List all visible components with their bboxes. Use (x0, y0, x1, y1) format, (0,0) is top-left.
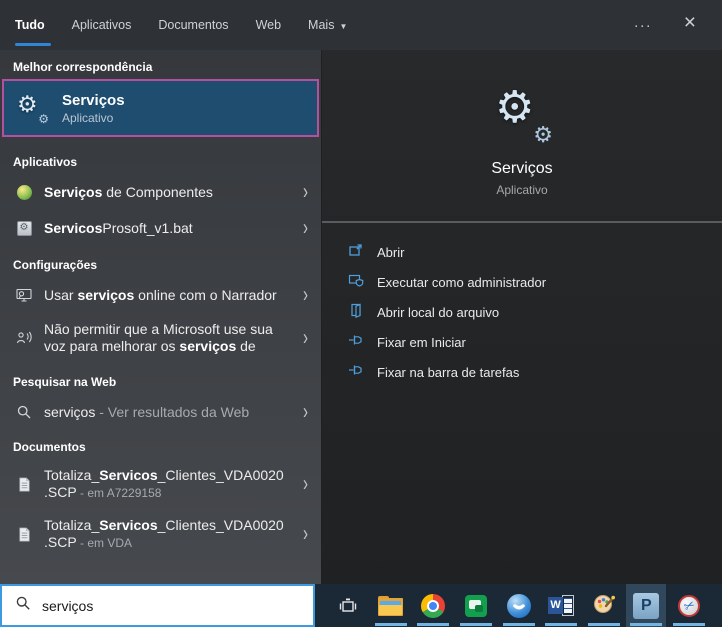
action-pin-to-taskbar[interactable]: Fixar na barra de tarefas (348, 357, 722, 387)
admin-shield-icon (348, 272, 364, 293)
file-explorer-icon (378, 595, 404, 616)
taskbar: W P ✂ (315, 584, 722, 627)
preview-panel: ⚙ ⚙ Serviços Aplicativo Abrir Executar c… (322, 50, 722, 584)
running-indicator (630, 623, 663, 626)
paint-icon (592, 591, 616, 620)
preview-divider (322, 221, 722, 223)
section-header-best-match: Melhor correspondência (13, 60, 153, 74)
action-run-as-admin[interactable]: Executar como administrador (348, 267, 722, 297)
preview-subtitle: Aplicativo (496, 183, 548, 197)
preview-title: Serviços (491, 160, 553, 177)
active-tab-underline (15, 43, 51, 46)
list-item-document-1[interactable]: Totaliza_Servicos_Clientes_VDA0020.SCP -… (0, 459, 321, 509)
window-controls: ··· × (622, 0, 722, 50)
action-pin-to-start[interactable]: Fixar em Iniciar (348, 327, 722, 357)
running-indicator (587, 623, 620, 626)
taskbar-snipping-tool[interactable]: ✂ (669, 584, 709, 627)
search-icon (15, 595, 31, 616)
document-icon (15, 527, 33, 542)
services-gears-icon-large: ⚙ ⚙ (493, 83, 553, 147)
tab-strip: Tudo Aplicativos Documentos Web Mais ▼ (0, 12, 347, 38)
tab-web[interactable]: Web (256, 12, 281, 38)
best-match-subtitle: Aplicativo (62, 110, 114, 125)
results-panel: Melhor correspondência ⚙ ⚙ Serviços Apli… (0, 50, 322, 584)
search-box[interactable] (0, 584, 315, 627)
list-item-servicos-bat[interactable]: ⚙ ServicosProsoft_v1.bat › (0, 210, 321, 246)
task-view-button[interactable] (328, 584, 368, 627)
pin-icon (348, 332, 364, 353)
section-header-settings: Configurações (13, 258, 98, 272)
list-item-narrator-setting[interactable]: Usar serviços online com o Narrador › (0, 277, 321, 313)
action-open[interactable]: Abrir (348, 237, 722, 267)
preview-actions: Abrir Executar como administrador Abrir … (322, 237, 722, 387)
chevron-right-icon[interactable]: › (303, 283, 308, 308)
running-indicator (545, 623, 578, 626)
running-indicator (374, 623, 407, 626)
voice-speech-icon (15, 330, 33, 346)
gear-small-icon: ⚙ (533, 122, 553, 147)
taskbar-prosoft[interactable]: P (626, 584, 667, 627)
services-gears-icon: ⚙ ⚙ (17, 91, 49, 126)
taskbar-file-explorer[interactable] (371, 584, 411, 627)
phone-icon (506, 593, 531, 618)
section-header-web: Pesquisar na Web (13, 375, 117, 389)
running-indicator (459, 623, 492, 626)
bottom-bar: W P (0, 584, 722, 627)
open-window-icon (348, 242, 364, 263)
running-indicator (417, 623, 450, 626)
action-open-file-location[interactable]: Abrir local do arquivo (348, 297, 722, 327)
section-header-documents: Documentos (13, 440, 86, 454)
chevron-right-icon[interactable]: › (303, 522, 308, 547)
search-flyout-window: Tudo Aplicativos Documentos Web Mais ▼ ··… (0, 0, 722, 627)
gear-small-icon: ⚙ (38, 112, 49, 126)
chrome-icon (421, 593, 446, 618)
chevron-down-icon: ▼ (339, 22, 348, 31)
taskbar-word[interactable]: W (541, 584, 581, 627)
chevron-right-icon[interactable]: › (303, 326, 308, 351)
tab-documentos[interactable]: Documentos (158, 12, 228, 38)
list-item-component-services[interactable]: Serviços de Componentes › (0, 174, 321, 210)
word-icon: W (548, 594, 575, 617)
running-indicator (502, 623, 535, 626)
main-area: Melhor correspondência ⚙ ⚙ Serviços Apli… (0, 50, 722, 584)
best-match-text: Serviços Aplicativo (62, 91, 125, 126)
taskbar-chrome[interactable] (413, 584, 453, 627)
prosoft-icon: P (633, 592, 660, 619)
best-match-item-servicos[interactable]: ⚙ ⚙ Serviços Aplicativo (2, 79, 319, 137)
section-header-apps: Aplicativos (13, 155, 78, 169)
chevron-right-icon[interactable]: › (303, 180, 308, 205)
list-item-web-search[interactable]: serviços - Ver resultados da Web › (0, 394, 321, 430)
narrator-monitor-icon (15, 287, 33, 303)
file-location-icon (348, 302, 364, 323)
tab-aplicativos[interactable]: Aplicativos (72, 12, 132, 38)
list-item-document-2[interactable]: Totaliza_Servicos_Clientes_VDA0020.SCP -… (0, 509, 321, 559)
list-item-voice-setting[interactable]: Não permitir que a Microsoft use sua voz… (0, 313, 321, 363)
tab-mais[interactable]: Mais ▼ (308, 12, 347, 38)
google-chat-icon (464, 594, 487, 617)
running-indicator (673, 623, 705, 626)
chevron-right-icon[interactable]: › (303, 400, 308, 425)
gear-big-icon: ⚙ (495, 83, 535, 132)
snipping-tool-icon: ✂ (678, 594, 700, 617)
more-options-button[interactable]: ··· (622, 11, 664, 40)
bat-file-icon: ⚙ (15, 220, 33, 236)
topbar: Tudo Aplicativos Documentos Web Mais ▼ ··… (0, 0, 722, 50)
pin-icon (348, 362, 364, 383)
chevron-right-icon[interactable]: › (303, 216, 308, 241)
gear-big-icon: ⚙ (17, 91, 38, 117)
tab-tudo[interactable]: Tudo (15, 12, 45, 38)
search-icon (15, 404, 33, 420)
close-button[interactable]: × (672, 9, 708, 41)
search-input[interactable] (42, 597, 282, 614)
taskbar-phone[interactable] (499, 584, 539, 627)
component-services-icon (15, 184, 33, 200)
taskbar-google-chat[interactable] (456, 584, 496, 627)
document-icon (15, 477, 33, 492)
chevron-right-icon[interactable]: › (303, 472, 308, 497)
best-match-title: Serviços (62, 91, 125, 109)
taskbar-paint[interactable] (584, 584, 624, 627)
